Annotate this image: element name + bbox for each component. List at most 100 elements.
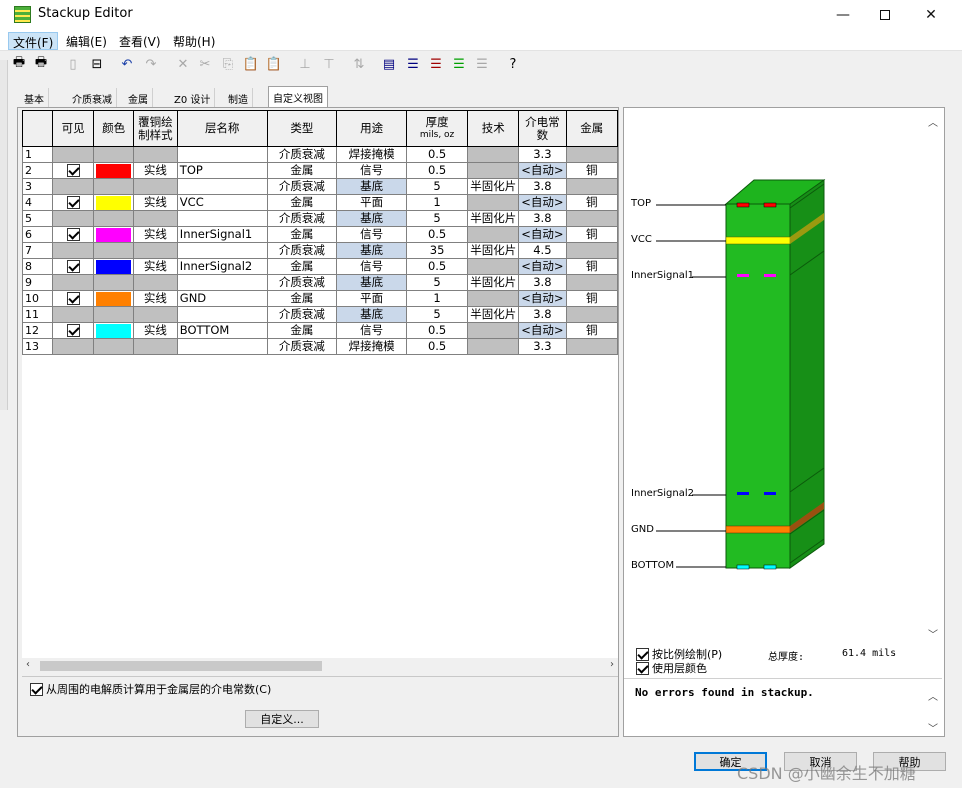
cell-visible[interactable] bbox=[51, 162, 95, 179]
cell-metal[interactable]: 铜 bbox=[565, 162, 618, 179]
cell-visible[interactable] bbox=[51, 274, 95, 291]
table-row[interactable]: 10 实线 GND 金属 平面 1 <自动> 铜 bbox=[22, 290, 618, 307]
cell-type[interactable]: 介质衰减 bbox=[266, 306, 338, 323]
cell-type[interactable]: 介质衰减 bbox=[266, 210, 338, 227]
cell-dk[interactable]: <自动> bbox=[518, 226, 567, 243]
color-swatch[interactable] bbox=[96, 323, 131, 338]
cell-name[interactable]: InnerSignal2 bbox=[176, 258, 268, 275]
scale-draw-checkbox[interactable] bbox=[636, 647, 649, 661]
cell-name[interactable] bbox=[176, 242, 268, 259]
cell-dk[interactable]: 3.8 bbox=[518, 178, 567, 195]
redo-icon[interactable]: ↷ bbox=[142, 55, 160, 73]
compute-dk-checkbox[interactable] bbox=[30, 682, 43, 696]
cell-dk[interactable]: <自动> bbox=[518, 258, 567, 275]
cell-name[interactable]: VCC bbox=[176, 194, 268, 211]
cell-name[interactable]: InnerSignal1 bbox=[176, 226, 268, 243]
cell-color[interactable] bbox=[93, 258, 134, 275]
customize-button[interactable]: 自定义... bbox=[245, 710, 319, 728]
menu-view[interactable]: 查看(V) bbox=[115, 32, 165, 50]
cell-type[interactable]: 介质衰减 bbox=[266, 274, 338, 291]
cell-thickness[interactable]: 0.5 bbox=[405, 146, 469, 163]
cell-index[interactable]: 11 bbox=[22, 306, 53, 323]
visible-checkbox[interactable] bbox=[66, 292, 80, 305]
cell-usage[interactable]: 基底 bbox=[336, 178, 407, 195]
cell-usage[interactable]: 基底 bbox=[336, 210, 407, 227]
table-row[interactable]: 12 实线 BOTTOM 金属 信号 0.5 <自动> 铜 bbox=[22, 322, 618, 339]
cell-visible[interactable] bbox=[51, 194, 95, 211]
cell-dk[interactable]: <自动> bbox=[518, 290, 567, 307]
scrollbar-thumb[interactable] bbox=[40, 661, 322, 671]
cell-metal[interactable] bbox=[565, 242, 618, 259]
cell-metal[interactable] bbox=[565, 146, 618, 163]
cell-index[interactable]: 9 bbox=[22, 274, 53, 291]
cell-name[interactable] bbox=[176, 306, 268, 323]
cell-color[interactable] bbox=[93, 338, 134, 355]
table-row[interactable]: 1 介质衰减 焊接掩模 0.5 3.3 bbox=[22, 146, 618, 163]
cell-usage[interactable]: 信号 bbox=[336, 226, 407, 243]
cell-tech[interactable]: 半固化片 bbox=[467, 274, 520, 291]
visible-checkbox[interactable] bbox=[66, 260, 80, 273]
cell-color[interactable] bbox=[93, 226, 134, 243]
cell-usage[interactable]: 基底 bbox=[336, 306, 407, 323]
insert-below-icon[interactable]: ⊤ bbox=[320, 55, 338, 73]
delete-icon[interactable]: ✕ bbox=[174, 55, 192, 73]
color-swatch[interactable] bbox=[96, 163, 131, 178]
color-swatch[interactable] bbox=[96, 259, 131, 274]
paste-special-icon[interactable]: 📋 bbox=[265, 55, 283, 73]
cell-usage[interactable]: 信号 bbox=[336, 162, 407, 179]
horizontal-scrollbar[interactable]: ‹ › bbox=[22, 659, 618, 673]
cell-color[interactable] bbox=[93, 274, 134, 291]
cell-metal[interactable]: 铜 bbox=[565, 194, 618, 211]
cell-visible[interactable] bbox=[51, 178, 95, 195]
cell-tech[interactable] bbox=[467, 290, 520, 307]
cell-visible[interactable] bbox=[51, 146, 95, 163]
cell-thickness[interactable]: 5 bbox=[405, 178, 469, 195]
preview-scroll-down-icon[interactable]: ﹀ bbox=[928, 626, 938, 641]
col-header-style[interactable]: 覆铜绘制样式 bbox=[132, 110, 178, 147]
table-row[interactable]: 5 介质衰减 基底 5 半固化片 3.8 bbox=[22, 210, 618, 227]
cell-thickness[interactable]: 5 bbox=[405, 274, 469, 291]
cell-thickness[interactable]: 0.5 bbox=[405, 226, 469, 243]
cell-usage[interactable]: 信号 bbox=[336, 258, 407, 275]
cell-metal[interactable] bbox=[565, 274, 618, 291]
cell-color[interactable] bbox=[93, 306, 134, 323]
layer-blue-icon[interactable]: ☰ bbox=[404, 55, 422, 73]
table-row[interactable]: 9 介质衰减 基底 5 半固化片 3.8 bbox=[22, 274, 618, 291]
table-row[interactable]: 3 介质衰减 基底 5 半固化片 3.8 bbox=[22, 178, 618, 195]
cell-type[interactable]: 介质衰减 bbox=[266, 338, 338, 355]
context-help-icon[interactable]: ? bbox=[504, 55, 522, 73]
cell-color[interactable] bbox=[93, 194, 134, 211]
layer-red-icon[interactable]: ☰ bbox=[427, 55, 445, 73]
status-scroll-down-icon[interactable]: ﹀ bbox=[928, 720, 938, 735]
menu-help[interactable]: 帮助(H) bbox=[169, 32, 219, 50]
cell-tech[interactable]: 半固化片 bbox=[467, 210, 520, 227]
cell-dk[interactable]: 3.3 bbox=[518, 338, 567, 355]
cell-index[interactable]: 4 bbox=[22, 194, 53, 211]
cell-usage[interactable]: 平面 bbox=[336, 290, 407, 307]
cell-metal[interactable]: 铜 bbox=[565, 258, 618, 275]
cell-index[interactable]: 8 bbox=[22, 258, 53, 275]
split-horizontal-icon[interactable]: ⊟ bbox=[88, 55, 106, 73]
undo-icon[interactable]: ↶ bbox=[118, 55, 136, 73]
col-header-type[interactable]: 类型 bbox=[266, 110, 338, 147]
col-header-name[interactable]: 层名称 bbox=[176, 110, 268, 147]
cell-tech[interactable] bbox=[467, 194, 520, 211]
cut-icon[interactable]: ✂ bbox=[196, 55, 214, 73]
cell-tech[interactable] bbox=[467, 338, 520, 355]
cell-style[interactable] bbox=[132, 210, 178, 227]
cell-metal[interactable] bbox=[565, 306, 618, 323]
tab-custom-view[interactable]: 自定义视图 bbox=[268, 86, 328, 107]
cell-tech[interactable]: 半固化片 bbox=[467, 306, 520, 323]
cell-dk[interactable]: 3.8 bbox=[518, 306, 567, 323]
cell-metal[interactable] bbox=[565, 178, 618, 195]
cell-name[interactable] bbox=[176, 178, 268, 195]
cell-style[interactable]: 实线 bbox=[132, 322, 178, 339]
cell-visible[interactable] bbox=[51, 322, 95, 339]
use-colors-checkbox[interactable] bbox=[636, 661, 649, 675]
cell-dk[interactable]: 3.3 bbox=[518, 146, 567, 163]
tab-dielectric[interactable]: 介质衰减 bbox=[68, 88, 117, 107]
visible-checkbox[interactable] bbox=[66, 228, 80, 241]
cell-type[interactable]: 金属 bbox=[266, 290, 338, 307]
cell-type[interactable]: 金属 bbox=[266, 162, 338, 179]
table-row[interactable]: 6 实线 InnerSignal1 金属 信号 0.5 <自动> 铜 bbox=[22, 226, 618, 243]
